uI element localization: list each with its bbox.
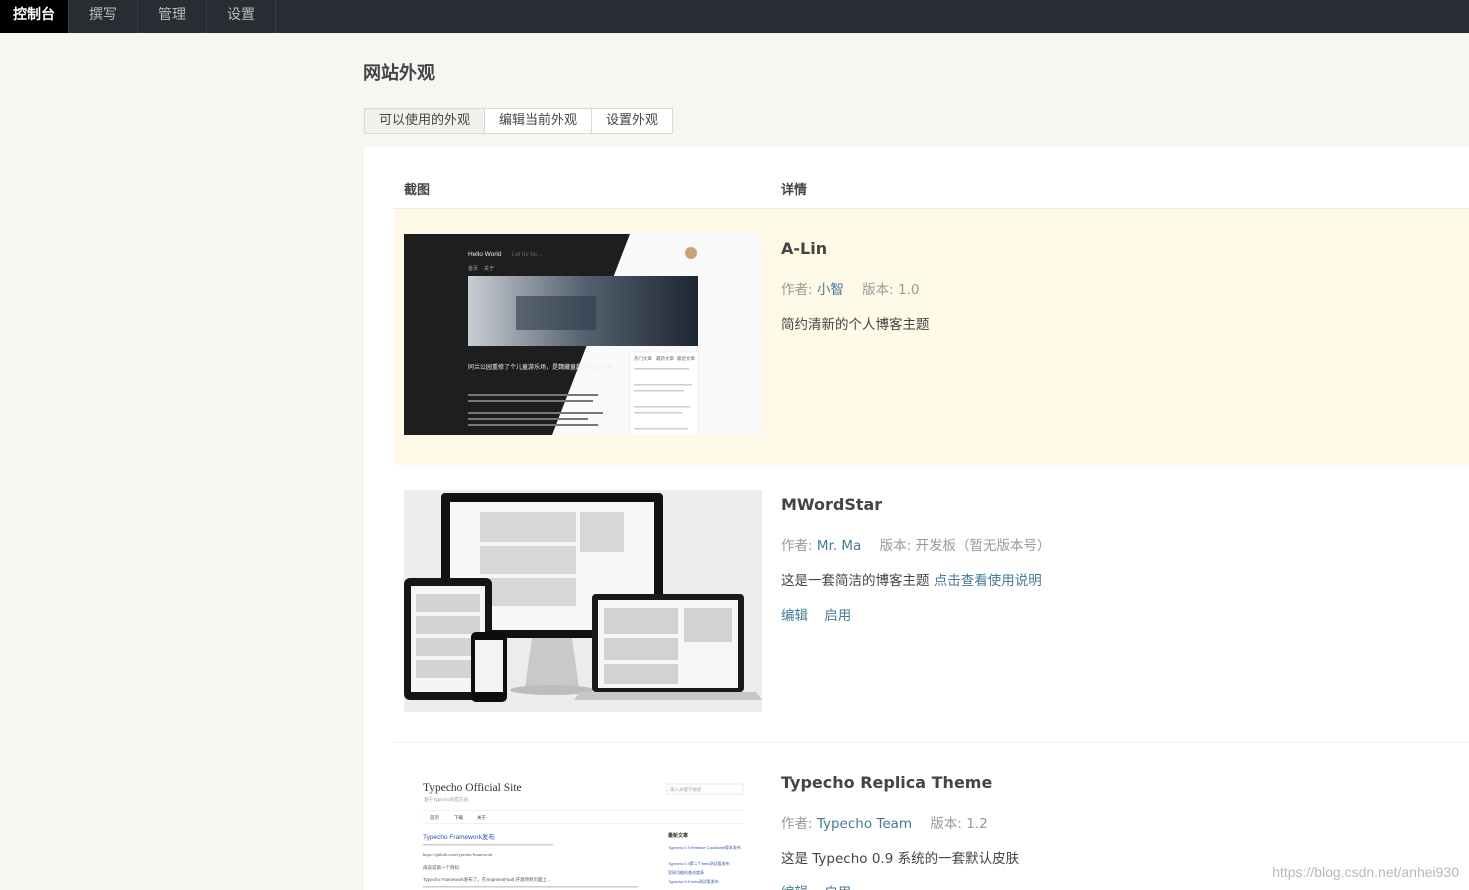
alin-thumb-tab-new: 最新文章 (656, 355, 674, 362)
theme-meta: 作者: Typecho Team 版本: 1.2 (781, 812, 988, 832)
version-value: 开发板（暂无版本号） (915, 538, 1051, 554)
author-label: 作者: (781, 538, 813, 554)
alin-thumb-subtitle: Let be be... (512, 252, 542, 258)
alin-thumb-nav-home: 首页 (468, 265, 478, 272)
theme-screenshot-typecho-replica: Typecho Official Site 基于Typecho的官方站 输入关键… (404, 768, 762, 890)
theme-actions: 编辑 启用 (781, 604, 863, 624)
replica-thumb-nav-about: 关于 (477, 814, 486, 821)
replica-thumb-sidebar-link-2: Typecho 0.9第二个beta测试版发布 (668, 860, 730, 866)
theme-screenshot-mwordstar (404, 490, 762, 712)
usage-doc-link[interactable]: 点击查看使用说明 (934, 573, 1042, 589)
column-header-details: 详情 (781, 183, 808, 198)
tab-edit-current-theme[interactable]: 编辑当前外观 (485, 109, 593, 133)
author-link[interactable]: 小智 (817, 282, 844, 298)
author-link[interactable]: Mr. Ma (817, 538, 861, 554)
theme-meta: 作者: 小智 版本: 1.0 (781, 278, 920, 298)
theme-description: 简约清新的个人博客主题 (781, 317, 930, 333)
version-label: 版本: (879, 538, 912, 554)
theme-name: Typecho Replica Theme (781, 773, 993, 792)
tab-theme-settings[interactable]: 设置外观 (592, 109, 672, 133)
activate-theme-link[interactable]: 启用 (824, 608, 851, 624)
version-value: 1.0 (898, 282, 920, 298)
replica-thumb-sidebar-title: 最新文章 (668, 832, 688, 839)
appearance-tabs: 可以使用的外观 编辑当前外观 设置外观 (364, 108, 674, 134)
theme-row-alin: Hello World Let be be... 首页 关于 同兰公园重修了个儿… (394, 209, 1469, 465)
alin-thumb-tab-hot: 热门文章 (634, 355, 652, 362)
version-label: 版本: (930, 816, 962, 832)
version-value: 1.2 (966, 816, 988, 832)
theme-screenshot-alin: Hello World Let be be... 首页 关于 同兰公园重修了个儿… (404, 234, 762, 435)
replica-thumb-nav-home: 首页 (430, 814, 439, 821)
top-nav: 控制台 撰写 管理 设置 (0, 0, 1469, 33)
tab-available-themes[interactable]: 可以使用的外观 (365, 109, 486, 133)
description-text: 这是一套简洁的博客主题 (781, 573, 930, 589)
alin-thumb-title: Hello World (468, 251, 502, 258)
mwordstar-thumbnail-image (404, 490, 762, 712)
replica-thumb-post-title: Typecho Framework发布 (423, 832, 495, 841)
theme-description: 这是 Typecho 0.9 系统的一套默认皮肤 (781, 851, 1020, 867)
alin-thumb-tab-recent: 最近文章 (677, 355, 695, 362)
nav-settings[interactable]: 设置 (207, 0, 276, 33)
nav-write[interactable]: 撰写 (69, 0, 138, 33)
theme-name: MWordStar (781, 495, 883, 514)
alin-thumbnail-image: Hello World Let be be... 首页 关于 同兰公园重修了个儿… (404, 234, 762, 435)
column-header-screenshot: 截图 (404, 183, 431, 198)
replica-thumb-sidebar-link-1: Typecho 0.9 Release Candidate版本发布 (668, 844, 741, 850)
theme-description: 这是一套简洁的博客主题 点击查看使用说明 (781, 569, 1042, 589)
author-label: 作者: (781, 282, 813, 298)
page-title: 网站外观 (363, 63, 435, 84)
edit-theme-link[interactable]: 编辑 (781, 608, 808, 624)
theme-name: A-Lin (781, 239, 828, 258)
typecho-replica-thumbnail-image: Typecho Official Site 基于Typecho的官方站 输入关键… (404, 768, 762, 890)
replica-thumb-nav-download: 下载 (454, 814, 463, 821)
replica-thumb-body-3: Typecho Framework发布了。在SegmentFault 开源项目页… (423, 876, 551, 883)
theme-row-mwordstar: MWordStar 作者: Mr. Ma 版本: 开发板（暂无版本号） 这是一套… (394, 465, 1469, 742)
watermark: https://blog.csdn.net/anhei930 (1272, 864, 1459, 880)
nav-manage[interactable]: 管理 (138, 0, 207, 33)
edit-theme-link[interactable]: 编辑 (781, 885, 808, 890)
replica-thumb-search: 输入关键字搜索 (670, 786, 702, 793)
author-link[interactable]: Typecho Team (817, 816, 912, 832)
replica-thumb-site-title: Typecho Official Site (423, 782, 522, 794)
theme-actions: 编辑 启用 (781, 881, 863, 890)
version-label: 版本: (862, 282, 894, 298)
replica-thumb-body-1: https://github.com/typecho/framework (423, 852, 493, 857)
activate-theme-link[interactable]: 启用 (824, 885, 851, 890)
nav-dashboard[interactable]: 控制台 (0, 0, 69, 33)
alin-thumb-nav-about: 关于 (484, 265, 494, 272)
replica-thumb-sidebar-link-3: 官网功能检查进度表 (668, 869, 704, 875)
replica-thumb-body-2: 再说说第一个目标: (423, 864, 460, 871)
alin-thumb-post-title: 同兰公园重修了个儿童游乐场，是魏藏童趣的科幻风格 (468, 363, 612, 371)
replica-thumb-site-sub: 基于Typecho的官方站 (424, 796, 469, 803)
author-label: 作者: (781, 816, 813, 832)
replica-thumb-sidebar-link-4: Typecho 0.9 beta测试版发布 (668, 878, 719, 884)
theme-meta: 作者: Mr. Ma 版本: 开发板（暂无版本号） (781, 534, 1050, 554)
